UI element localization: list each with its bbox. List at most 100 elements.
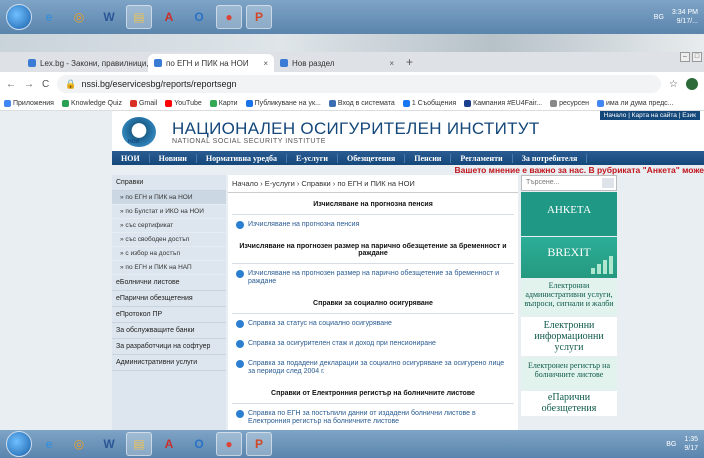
report-link[interactable]: Изчисляване на прогнозна пенсия — [228, 215, 518, 235]
bookmark-icon — [402, 99, 410, 107]
chrome-small-icon[interactable]: ◎ — [66, 432, 92, 456]
browser-tab[interactable]: Lex.bg - Закони, правилници, с× — [22, 54, 148, 72]
bookmark-item[interactable]: 1 Съобщения — [402, 99, 456, 107]
search-box[interactable]: Търсене... — [521, 175, 617, 191]
system-tray-bottom: BG 1:35 9/17 — [666, 435, 698, 453]
breadcrumb[interactable]: Начало › Е-услуги › Справки › по ЕГН и П… — [228, 175, 518, 193]
tab-label: Нов раздел — [292, 58, 335, 68]
start-button[interactable] — [6, 4, 32, 30]
sidebar-section[interactable]: еПарични обезщетения — [112, 291, 226, 307]
ie-icon[interactable]: e — [36, 432, 62, 456]
bookmark-item[interactable]: Приложения — [4, 99, 54, 107]
sidebar-section[interactable]: Административни услуги — [112, 355, 226, 371]
search-input[interactable]: Търсене... — [526, 179, 560, 186]
report-link[interactable]: Справка за статус на социално осигуряван… — [228, 314, 518, 334]
bookmark-icon — [129, 99, 137, 107]
new-tab-button[interactable]: + — [400, 55, 419, 72]
bookmark-item[interactable]: Gmail — [129, 99, 158, 107]
sidebar-subitem[interactable]: » със свободен достъп — [112, 233, 226, 247]
report-link[interactable]: Изчисляване на прогнозен размер на парич… — [228, 264, 518, 292]
reload-icon[interactable]: C — [42, 79, 49, 90]
browser-tab[interactable]: Нов раздел × — [274, 54, 400, 72]
outlook-icon[interactable]: O — [186, 432, 212, 456]
nav-item[interactable]: За потребителя — [513, 153, 588, 163]
powerpoint-icon[interactable]: P — [246, 5, 272, 29]
bookmark-icon — [464, 99, 472, 107]
start-button-bottom[interactable] — [6, 431, 32, 457]
chrome-small-icon[interactable]: ◎ — [66, 5, 92, 29]
forward-icon[interactable]: → — [24, 79, 34, 90]
minimize-icon[interactable]: – — [680, 52, 690, 62]
language-indicator-bottom[interactable]: BG — [666, 440, 676, 449]
banner-sick-leave-register[interactable]: Електронен регистър на болничните листов… — [521, 356, 617, 390]
sidebar-section[interactable]: За обслужващите банки — [112, 323, 226, 339]
search-button[interactable] — [602, 178, 614, 188]
language-indicator[interactable]: BG — [654, 13, 664, 22]
nav-item[interactable]: Регламенти — [451, 153, 513, 163]
sidebar-head[interactable]: Справки — [112, 175, 226, 191]
nav-item[interactable]: Обезщетения — [338, 153, 406, 163]
bookmark-item[interactable]: Публикуване на ук... — [245, 99, 321, 107]
bookmark-label: Публикуване на ук... — [254, 99, 321, 107]
tab-label: Lex.bg - Закони, правилници, с — [40, 58, 148, 68]
nav-item[interactable]: Пенсии — [405, 153, 452, 163]
explorer-icon[interactable]: ▤ — [126, 432, 152, 456]
banner-cash-benefits[interactable]: еПарични обезщетения — [521, 390, 617, 416]
bookmark-item[interactable]: Карти — [209, 99, 238, 107]
address-bar: ← → C 🔒 nssi.bg/eservicesbg/reports/repo… — [0, 72, 704, 96]
bookmark-label: Кампания #EU4Fair... — [473, 99, 543, 107]
report-link[interactable]: Справка по ЕГН за постъпили данни от изд… — [228, 404, 518, 430]
sidebar-subitem[interactable]: » по ЕГН и ПИК на НОИ — [112, 191, 226, 205]
close-tab-icon[interactable]: × — [389, 59, 394, 68]
banner-survey[interactable]: АНКЕТА — [521, 191, 617, 236]
maximize-icon[interactable]: □ — [692, 52, 702, 62]
bookmark-item[interactable]: има ли дума предс... — [596, 99, 673, 107]
sidebar-section[interactable]: еБолнични листове — [112, 275, 226, 291]
outlook-icon[interactable]: O — [186, 5, 212, 29]
sidebar-subitem[interactable]: » по ЕГН и ПИК на НАП — [112, 261, 226, 275]
browser-tab[interactable]: по ЕГН и ПИК на НОИ × — [148, 54, 274, 72]
bookmark-item[interactable]: Вход в системата — [328, 99, 395, 107]
report-link[interactable]: Справка за подадени декларации за социал… — [228, 354, 518, 382]
profile-avatar[interactable] — [686, 78, 698, 90]
banner-info-services[interactable]: Електронни информационни услуги — [521, 316, 617, 356]
explorer-icon[interactable]: ▤ — [126, 5, 152, 29]
sidebar-subitem[interactable]: » със сертификат — [112, 219, 226, 233]
word-icon[interactable]: W — [96, 432, 122, 456]
bookmark-item[interactable]: YouTube — [165, 99, 202, 107]
powerpoint-icon[interactable]: P — [246, 432, 272, 456]
chrome-icon[interactable]: ● — [216, 432, 242, 456]
ie-icon[interactable]: e — [36, 5, 62, 29]
arrow-circle-icon — [236, 221, 244, 229]
bookmark-item[interactable]: Кампания #EU4Fair... — [464, 99, 543, 107]
word-icon[interactable]: W — [96, 5, 122, 29]
survey-notice[interactable]: Вашето мнение е важно за нас. В рубрикат… — [112, 165, 704, 175]
bookmark-item[interactable]: ресурсен — [550, 99, 589, 107]
chrome-icon[interactable]: ● — [216, 5, 242, 29]
bookmark-label: Карти — [218, 99, 238, 107]
sidebar-subitem[interactable]: » по Булстат и ИКО на НОИ — [112, 205, 226, 219]
arrow-circle-icon — [236, 410, 244, 418]
url-field[interactable]: 🔒 nssi.bg/eservicesbg/reports/reportsegn — [57, 75, 662, 93]
acrobat-icon[interactable]: A — [156, 5, 182, 29]
report-link[interactable]: Справка за осигурителен стаж и доход при… — [228, 334, 518, 354]
acrobat-icon[interactable]: A — [156, 432, 182, 456]
back-icon[interactable]: ← — [6, 79, 16, 90]
top-links[interactable]: Начало | Карта на сайта | Език — [599, 111, 700, 120]
star-icon[interactable]: ☆ — [669, 79, 678, 90]
nav-item[interactable]: Нормативна уредба — [197, 153, 287, 163]
nav-item[interactable]: Е-услуги — [287, 153, 339, 163]
nav-item[interactable]: НОИ — [112, 153, 150, 163]
banner-brexit[interactable]: BREXIT — [521, 236, 617, 278]
nav-item[interactable]: Новини — [150, 153, 197, 163]
report-link-label: Изчисляване на прогнозна пенсия — [248, 221, 360, 228]
close-tab-icon[interactable]: × — [263, 59, 268, 68]
bookmark-label: Gmail — [138, 99, 158, 107]
arrow-circle-icon — [236, 340, 244, 348]
sidebar-section[interactable]: За разработчици на софтуер — [112, 339, 226, 355]
bookmark-item[interactable]: Knowledge Quiz — [61, 99, 122, 107]
sidebar-section[interactable]: еПротокол ПР — [112, 307, 226, 323]
sidebar-subitem[interactable]: » с избор на достъп — [112, 247, 226, 261]
banner-eservices[interactable]: Електронни административни услуги, въпро… — [521, 278, 617, 316]
desktop-background — [0, 34, 704, 52]
